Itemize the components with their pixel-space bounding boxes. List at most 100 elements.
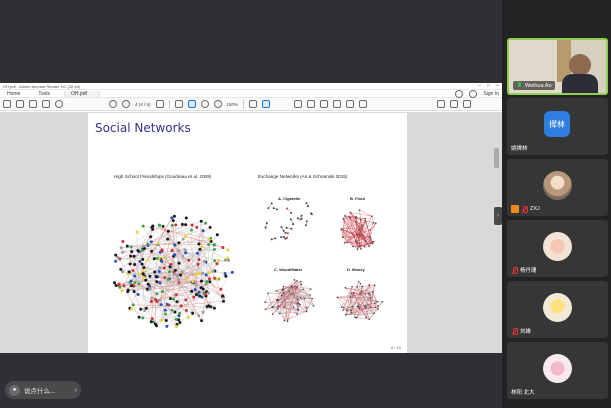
tab-tools[interactable]: Tools — [34, 91, 54, 97]
page-layout-icon[interactable] — [155, 100, 164, 108]
zoom-in-icon[interactable] — [213, 100, 222, 108]
participant-tile[interactable]: 林阳 北大 — [507, 342, 608, 399]
fit-page-icon[interactable] — [249, 100, 258, 108]
exchange-node — [282, 288, 284, 291]
panel-c-label: C. Wood/Water — [274, 267, 303, 272]
friendship-node — [190, 223, 194, 227]
select-cursor-icon[interactable] — [174, 100, 183, 108]
sign-in-button[interactable]: Sign In — [483, 91, 499, 97]
panel-toggle-icon[interactable] — [450, 100, 459, 108]
host-badge-icon — [511, 205, 519, 213]
friendship-node — [198, 247, 202, 251]
friendship-node — [187, 258, 191, 262]
vertical-scrollbar[interactable] — [494, 148, 499, 168]
friendship-node — [212, 247, 216, 251]
exchange-node — [304, 224, 307, 227]
mic-muted-icon — [511, 327, 518, 335]
zoom-out-icon[interactable] — [200, 100, 209, 108]
tab-home[interactable]: Home — [3, 91, 24, 97]
friendship-node — [180, 270, 184, 274]
maximize-icon[interactable]: □ — [487, 83, 490, 89]
exchange-node — [296, 217, 299, 220]
friendship-node — [176, 274, 180, 278]
friendship-node — [223, 258, 227, 262]
participant-tile[interactable]: 杨丹珊 — [507, 220, 608, 277]
hand-tool-icon[interactable] — [187, 100, 196, 108]
friendship-node — [205, 280, 209, 284]
page-up-icon[interactable] — [109, 100, 117, 108]
exchange-node — [307, 205, 310, 208]
friendship-node — [149, 320, 153, 324]
chat-input-bar[interactable]: ● 说点什么... ‹ — [5, 381, 81, 399]
friendship-node — [163, 275, 167, 279]
highlight-icon[interactable] — [307, 100, 316, 108]
share-icon[interactable] — [359, 100, 368, 108]
participant-tile[interactable]: ZXJ — [507, 159, 608, 216]
avatar — [543, 171, 572, 200]
friendship-node — [119, 246, 123, 250]
chevron-left-icon[interactable]: ‹ — [75, 387, 77, 394]
friendship-node — [191, 280, 195, 284]
acrobat-window: OH.pdf - Adobe Acrobat Reader DC (32-bit… — [0, 83, 502, 353]
friendship-node — [208, 277, 212, 281]
chat-placeholder[interactable]: 说点什么... — [24, 385, 55, 395]
exchange-node — [376, 300, 378, 303]
exchange-node — [354, 240, 357, 243]
participant-tile[interactable]: Weihua An — [507, 38, 608, 95]
exchange-node — [351, 305, 353, 308]
search-icon[interactable] — [55, 100, 63, 108]
friendship-node — [174, 293, 178, 297]
friendship-node — [133, 281, 137, 285]
exchange-node — [312, 305, 315, 307]
exchange-node — [359, 219, 362, 221]
page-down-icon[interactable] — [122, 100, 130, 108]
page-indicator[interactable]: 4 (4 / 6) — [135, 102, 151, 107]
pen-icon[interactable] — [320, 100, 329, 108]
mail-icon[interactable] — [437, 100, 446, 108]
friendship-node — [190, 228, 194, 232]
friendship-node — [174, 223, 178, 227]
participant-name: 林阳 北大 — [511, 390, 535, 396]
participant-tile[interactable]: 撵林 姚撵林 — [507, 98, 608, 155]
view-mode-icon[interactable] — [262, 100, 271, 108]
friendship-node — [128, 262, 132, 266]
friendship-node — [169, 262, 173, 266]
exchange-node — [283, 319, 286, 322]
friendship-node — [160, 318, 164, 322]
zoom-level[interactable]: 150% — [227, 102, 239, 107]
bell-icon[interactable] — [469, 89, 478, 98]
document-viewport[interactable]: Social Networks High School Friendships … — [0, 112, 502, 353]
stamp-icon[interactable] — [333, 100, 342, 108]
collapse-panel-button[interactable]: › — [494, 207, 502, 225]
exchange-node — [360, 247, 362, 250]
upload-icon[interactable] — [29, 100, 37, 108]
participant-shirt — [562, 74, 598, 93]
friendship-node — [149, 235, 153, 239]
exchange-node — [290, 285, 293, 288]
star-icon[interactable] — [16, 100, 24, 108]
delete-icon[interactable] — [346, 100, 355, 108]
friendship-node — [129, 279, 133, 283]
friendship-node — [144, 278, 148, 282]
exchange-node — [280, 294, 283, 297]
friendship-node — [139, 307, 143, 311]
acrobat-menubar: Home Tools OH.pdf Sign In — [0, 89, 502, 98]
save-icon[interactable] — [3, 100, 11, 108]
comment-icon[interactable] — [294, 100, 303, 108]
tools-pane-icon[interactable] — [463, 100, 472, 108]
exchange-node — [340, 306, 343, 308]
exchange-node — [280, 226, 283, 229]
participant-tile[interactable]: 刘雄 — [507, 281, 608, 338]
friendship-node — [208, 225, 212, 229]
tab-document[interactable]: OH.pdf — [64, 90, 100, 97]
help-icon[interactable] — [455, 89, 464, 98]
exchange-node — [352, 291, 355, 294]
friendship-node — [198, 294, 202, 298]
minimize-icon[interactable]: – — [478, 83, 481, 89]
friendship-node — [125, 244, 129, 248]
friendship-node — [166, 229, 170, 233]
print-icon[interactable] — [42, 100, 50, 108]
friendship-node — [150, 296, 154, 300]
exchange-node — [345, 309, 348, 312]
close-icon[interactable]: × — [496, 83, 499, 89]
